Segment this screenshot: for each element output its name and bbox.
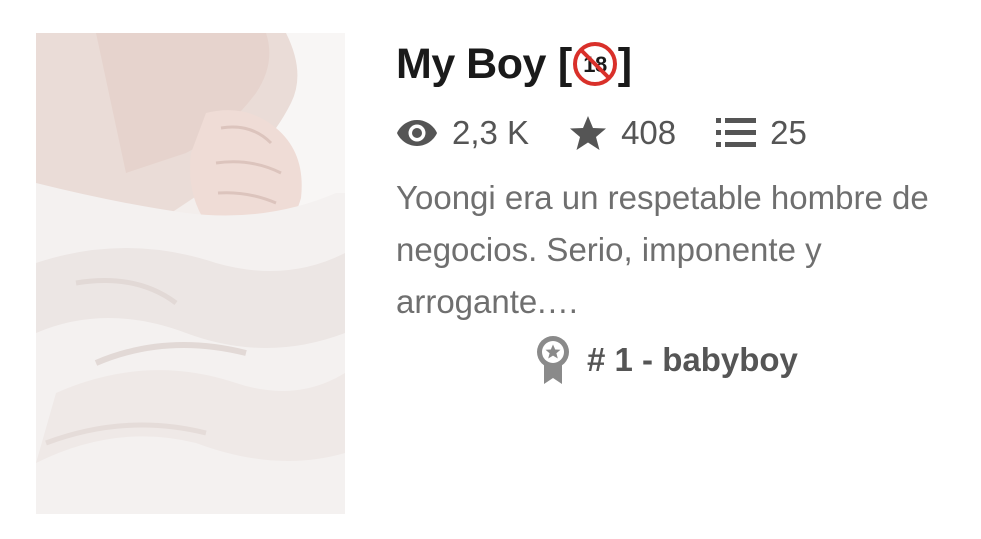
star-icon xyxy=(569,115,607,151)
no-under-18-icon: 18 xyxy=(572,42,617,86)
parts-stat: 25 xyxy=(716,114,807,152)
story-description: Yoongi era un respetable hombre de negoc… xyxy=(396,179,929,320)
ranking-text: # 1 - babyboy xyxy=(587,341,798,378)
votes-stat: 408 xyxy=(569,114,676,152)
story-cover-image[interactable] xyxy=(36,33,345,514)
title-close-bracket: ] xyxy=(617,39,632,88)
story-card[interactable]: My Boy [ 18 ] 2,3 K xyxy=(0,0,981,539)
award-ribbon-icon xyxy=(535,335,571,385)
title-open-bracket: [ xyxy=(557,39,572,88)
eye-icon xyxy=(396,118,438,148)
story-stats: 2,3 K 408 25 xyxy=(396,113,807,153)
story-title[interactable]: My Boy [ 18 ] xyxy=(396,38,632,90)
reads-stat: 2,3 K xyxy=(396,114,529,152)
votes-count: 408 xyxy=(621,114,677,151)
cover-illustration xyxy=(36,33,345,514)
story-title-text: My Boy xyxy=(396,39,546,88)
reads-count: 2,3 K xyxy=(452,114,530,151)
ranking-badge[interactable]: # 1 - babyboy xyxy=(535,334,798,386)
parts-count: 25 xyxy=(770,114,807,151)
list-icon xyxy=(716,117,757,149)
